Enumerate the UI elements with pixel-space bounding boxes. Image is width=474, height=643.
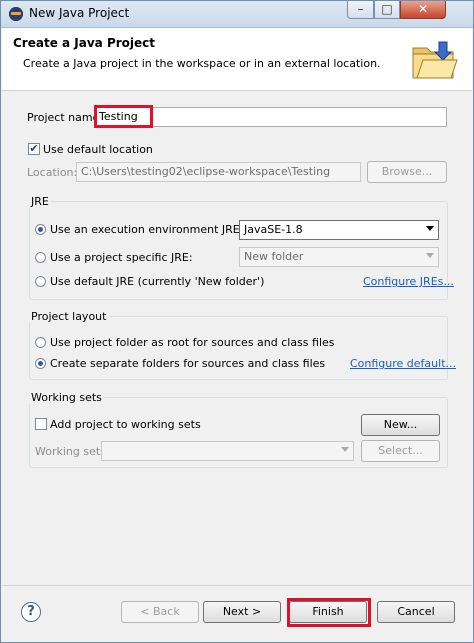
- jre-project-specific-select[interactable]: New folder: [239, 247, 439, 267]
- working-sets-group-title: Working sets: [29, 391, 104, 404]
- wizard-banner: Create a Java Project Create a Java proj…: [2, 28, 472, 91]
- next-button[interactable]: Next >: [203, 601, 281, 623]
- layout-root-folder-label: Use project folder as root for sources a…: [50, 336, 335, 349]
- banner-description: Create a Java project in the workspace o…: [23, 57, 381, 70]
- chevron-down-icon: [426, 226, 434, 231]
- maximize-button[interactable]: □: [374, 1, 400, 19]
- jre-execution-environment-radio[interactable]: [35, 224, 46, 235]
- layout-separate-folders-radio[interactable]: [35, 358, 46, 369]
- add-to-working-sets-label: Add project to working sets: [50, 418, 201, 431]
- working-sets-select[interactable]: [101, 441, 354, 461]
- jre-execution-environment-label: Use an execution environment JRE:: [50, 223, 244, 236]
- title-bar: New Java Project – □ ✕: [1, 1, 473, 28]
- project-layout-group-title: Project layout: [29, 310, 109, 323]
- location-label: Location:: [27, 166, 78, 179]
- layout-root-folder-radio[interactable]: [35, 337, 46, 348]
- select-working-sets-button[interactable]: Select...: [361, 440, 440, 462]
- minimize-button[interactable]: –: [347, 1, 374, 19]
- configure-default-link[interactable]: Configure default...: [350, 357, 456, 370]
- footer-separator: [2, 585, 472, 586]
- add-to-working-sets-checkbox[interactable]: [35, 418, 47, 430]
- jre-project-specific-label: Use a project specific JRE:: [50, 251, 193, 264]
- banner-title: Create a Java Project: [13, 36, 156, 50]
- working-sets-label: Working sets:: [35, 445, 110, 458]
- help-icon[interactable]: ?: [21, 602, 41, 622]
- location-input[interactable]: C:\Users\testing02\eclipse-workspace\Tes…: [76, 162, 361, 182]
- project-name-label: Project name:: [27, 111, 104, 124]
- jre-default-radio[interactable]: [35, 276, 46, 287]
- finish-highlight: [287, 598, 371, 627]
- jre-group-title: JRE: [29, 195, 51, 208]
- jre-execution-environment-value: JavaSE-1.8: [244, 223, 303, 236]
- back-button[interactable]: < Back: [121, 601, 199, 623]
- layout-separate-folders-label: Create separate folders for sources and …: [50, 357, 326, 370]
- jre-default-label: Use default JRE (currently 'New folder'): [50, 275, 265, 288]
- use-default-location-label: Use default location: [43, 143, 153, 156]
- configure-jres-link[interactable]: Configure JREs...: [363, 275, 454, 288]
- jre-project-specific-radio[interactable]: [35, 252, 46, 263]
- close-button[interactable]: ✕: [400, 1, 446, 19]
- cancel-button[interactable]: Cancel: [377, 601, 455, 623]
- project-name-highlight: [94, 105, 153, 128]
- folder-icon: [412, 41, 458, 79]
- browse-button[interactable]: Browse...: [367, 161, 447, 183]
- new-java-project-window: New Java Project – □ ✕ Create a Java Pro…: [0, 0, 474, 643]
- use-default-location-checkbox[interactable]: ✔: [28, 143, 40, 155]
- window-title: New Java Project: [29, 6, 130, 20]
- jre-execution-environment-select[interactable]: JavaSE-1.8: [239, 220, 439, 240]
- new-working-set-button[interactable]: New...: [361, 414, 440, 436]
- eclipse-icon: [9, 7, 23, 21]
- jre-project-specific-value: New folder: [244, 250, 304, 263]
- chevron-down-icon: [341, 447, 349, 452]
- chevron-down-icon: [426, 253, 434, 258]
